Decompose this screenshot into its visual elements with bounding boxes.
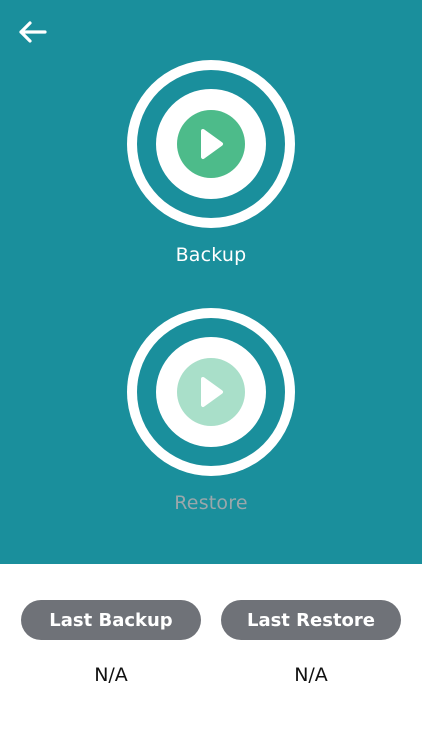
restore-action: Restore <box>0 308 422 514</box>
last-backup-value: N/A <box>94 664 128 686</box>
last-restore-section: Last Restore N/A <box>221 600 401 686</box>
restore-play-disc <box>177 358 245 426</box>
last-backup-badge: Last Backup <box>21 600 201 640</box>
play-icon <box>201 377 223 407</box>
backup-action: Backup <box>0 60 422 266</box>
back-button[interactable] <box>12 14 52 50</box>
action-panel: Backup Restore <box>0 0 422 564</box>
backup-label: Backup <box>175 244 247 266</box>
restore-label: Restore <box>174 492 248 514</box>
last-backup-section: Last Backup N/A <box>21 600 201 686</box>
backup-play-disc <box>177 110 245 178</box>
last-restore-value: N/A <box>294 664 328 686</box>
play-icon <box>201 129 223 159</box>
backup-button[interactable] <box>127 60 295 228</box>
status-panel: Last Backup N/A Last Restore N/A <box>0 564 422 750</box>
restore-button[interactable] <box>127 308 295 476</box>
arrow-left-icon <box>19 21 47 43</box>
last-restore-badge: Last Restore <box>221 600 401 640</box>
